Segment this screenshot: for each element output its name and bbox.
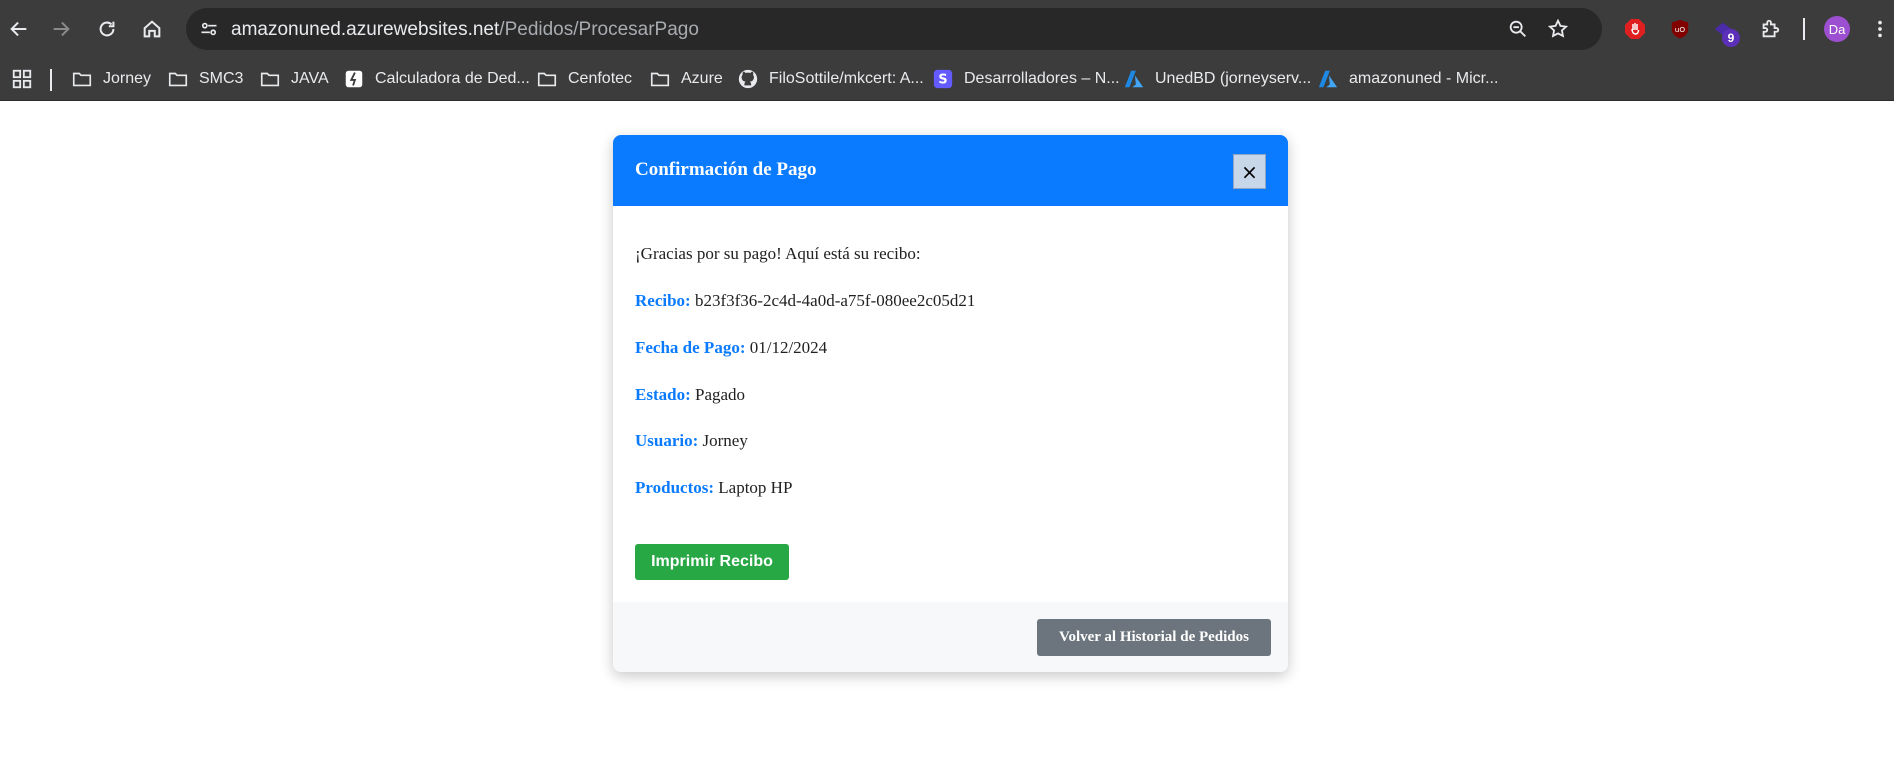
thank-you-message: ¡Gracias por su pago! Aquí está su recib… (635, 244, 921, 263)
folder-icon (649, 68, 671, 90)
receipt-value: b23f3f36-2c4d-4a0d-a75f-080ee2c05d21 (694, 291, 976, 310)
ublock-extension-icon[interactable]: uO (1666, 15, 1694, 43)
svg-text:S: S (938, 73, 947, 88)
user-row: Usuario: Jorney (635, 431, 748, 451)
field-label: Fecha de Pago: (635, 338, 746, 357)
url-host: amazonuned.azurewebsites.net (231, 19, 500, 40)
svg-text:uO: uO (1675, 25, 1686, 34)
payment-date-row: Fecha de Pago: 01/12/2024 (635, 338, 827, 358)
home-icon[interactable] (136, 13, 168, 45)
azure-icon (1317, 68, 1339, 90)
bookmark-jorney[interactable]: Jorney (71, 67, 151, 91)
bookmark-desarrolladores[interactable]: S Desarrolladores – N... (932, 67, 1120, 91)
hand-stop-extension-icon[interactable] (1621, 15, 1649, 43)
payment-confirmation-modal: Confirmación de Pago × ¡Gracias por su p… (613, 135, 1288, 672)
bookmarks-bar: Jorney SMC3 JAVA Calculadora de Ded... C… (0, 58, 1894, 101)
folder-icon (71, 68, 93, 90)
bookmark-cenfotec[interactable]: Cenfotec (536, 67, 632, 91)
address-bar[interactable]: amazonuned.azurewebsites.net/Pedidos/Pro… (186, 8, 1602, 50)
bookmark-label: JAVA (291, 70, 329, 87)
bookmark-label: UnedBD (jorneyserv... (1155, 70, 1312, 87)
url-path: /Pedidos/ProcesarPago (499, 19, 699, 40)
bookmark-label: amazonuned - Micr... (1349, 70, 1499, 87)
bookmark-azure[interactable]: Azure (649, 67, 723, 91)
field-label: Usuario: (635, 431, 699, 450)
modal-footer: Volver al Historial de Pedidos (613, 602, 1288, 672)
field-label: Recibo: (635, 291, 691, 310)
profile-avatar[interactable]: Da (1824, 16, 1850, 42)
status-row: Estado: Pagado (635, 385, 745, 405)
print-receipt-button[interactable]: Imprimir Recibo (635, 544, 789, 580)
toolbar-divider (1803, 18, 1805, 40)
payment-date-value: 01/12/2024 (749, 338, 828, 357)
zoom-icon[interactable] (1506, 17, 1530, 41)
bookmark-smc3[interactable]: SMC3 (167, 67, 243, 91)
receipt-row: Recibo: b23f3f36-2c4d-4a0d-a75f-080ee2c0… (635, 291, 975, 311)
modal-header: Confirmación de Pago × (613, 135, 1288, 206)
field-label: Productos: (635, 478, 715, 497)
bookmark-java[interactable]: JAVA (259, 67, 329, 91)
reload-icon[interactable] (91, 13, 123, 45)
bookmarks-divider (50, 69, 52, 91)
bookmark-label: Jorney (103, 70, 152, 87)
bookmark-star-icon[interactable] (1546, 17, 1570, 41)
url-text[interactable]: amazonuned.azurewebsites.net/Pedidos/Pro… (231, 19, 699, 41)
modal-title: Confirmación de Pago (635, 159, 817, 180)
extension-badge: 9 (1722, 29, 1740, 47)
s-logo-icon: S (932, 68, 954, 90)
apps-grid-icon[interactable] (11, 67, 33, 91)
bookmark-mkcert[interactable]: FiloSottile/mkcert: A... (737, 67, 924, 91)
bookmark-label: Desarrolladores – N... (964, 70, 1120, 87)
forward-arrow-icon[interactable] (45, 13, 77, 45)
bookmark-label: FiloSottile/mkcert: A... (769, 70, 924, 87)
back-to-order-history-button[interactable]: Volver al Historial de Pedidos (1037, 619, 1271, 656)
browser-toolbar: amazonuned.azurewebsites.net/Pedidos/Pro… (0, 0, 1894, 58)
site-settings-icon[interactable] (196, 16, 222, 42)
bookmark-label: SMC3 (199, 70, 244, 87)
status-value: Pagado (694, 385, 746, 404)
bookmark-unedbd[interactable]: UnedBD (jorneyserv... (1123, 67, 1311, 91)
more-menu-icon[interactable] (1866, 15, 1894, 43)
github-icon (737, 68, 759, 90)
folder-icon (259, 68, 281, 90)
user-value: Jorney (702, 431, 748, 450)
back-arrow-icon[interactable] (3, 13, 35, 45)
field-label: Estado: (635, 385, 691, 404)
products-row: Productos: Laptop HP (635, 478, 792, 498)
close-button[interactable]: × (1233, 154, 1266, 189)
folder-icon (167, 68, 189, 90)
calculator-icon (343, 68, 365, 90)
folder-icon (536, 68, 558, 90)
bookmark-amazonuned[interactable]: amazonuned - Micr... (1317, 67, 1498, 91)
azure-icon (1123, 68, 1145, 90)
bookmark-label: Cenfotec (568, 70, 633, 87)
products-value: Laptop HP (718, 478, 793, 497)
bookmark-calculadora[interactable]: Calculadora de Ded... (343, 67, 530, 91)
extensions-puzzle-icon[interactable] (1756, 15, 1784, 43)
bookmark-label: Azure (681, 70, 723, 87)
bookmark-label: Calculadora de Ded... (375, 70, 530, 87)
